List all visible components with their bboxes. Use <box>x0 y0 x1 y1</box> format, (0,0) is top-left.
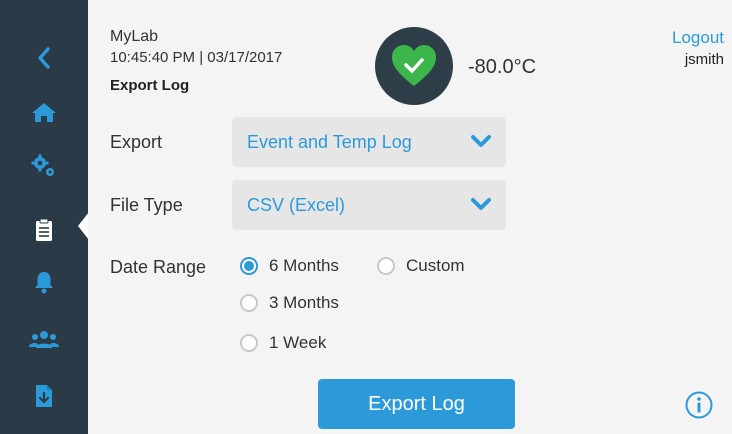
radio-label: 3 Months <box>269 293 339 312</box>
app-window: MyLab 10:45:40 PM | 03/17/2017 Export Lo… <box>0 0 732 434</box>
bell-icon <box>35 272 53 294</box>
home-icon <box>32 103 56 122</box>
file-type-select[interactable]: CSV (Excel) <box>232 180 506 230</box>
page-title: Export Log <box>110 77 190 94</box>
status-indicator <box>375 27 453 105</box>
date-range-label: Date Range <box>110 257 207 277</box>
sidebar <box>0 0 89 434</box>
sidebar-item-settings[interactable] <box>0 142 88 190</box>
radio-label: Custom <box>406 256 465 275</box>
sidebar-item-alarms[interactable] <box>0 258 88 306</box>
logout-link[interactable]: Logout <box>672 28 724 48</box>
radio-1-week[interactable]: 1 Week <box>240 333 326 353</box>
temperature-readout: -80.0°C <box>468 56 537 78</box>
username-label: jsmith <box>684 51 724 68</box>
file-download-icon <box>36 385 52 407</box>
export-select-value: Event and Temp Log <box>247 132 412 152</box>
file-type-label: File Type <box>110 195 183 215</box>
gears-icon <box>31 154 54 176</box>
back-button[interactable] <box>0 34 88 82</box>
radio-custom[interactable]: Custom <box>377 256 465 276</box>
export-select[interactable]: Event and Temp Log <box>232 117 506 167</box>
sidebar-item-logs[interactable] <box>0 206 88 254</box>
main-panel: MyLab 10:45:40 PM | 03/17/2017 Export Lo… <box>88 0 732 434</box>
heart-check-icon <box>392 45 436 86</box>
radio-label: 6 Months <box>269 256 339 275</box>
info-icon[interactable] <box>684 390 714 420</box>
export-log-button[interactable]: Export Log <box>318 379 515 429</box>
users-icon <box>29 331 59 348</box>
datetime-label: 10:45:40 PM | 03/17/2017 <box>110 49 283 66</box>
sidebar-item-home[interactable] <box>0 88 88 136</box>
sidebar-item-file-transfer[interactable] <box>0 372 88 420</box>
export-label: Export <box>110 132 163 152</box>
file-type-select-value: CSV (Excel) <box>247 195 346 215</box>
sidebar-item-users[interactable] <box>0 316 88 364</box>
radio-6-months[interactable]: 6 Months <box>240 256 339 276</box>
back-chevron-icon <box>38 47 50 69</box>
app-name: MyLab <box>110 28 159 45</box>
radio-dot <box>377 257 395 275</box>
radio-dot-checked <box>240 257 258 275</box>
radio-dot <box>240 334 258 352</box>
radio-dot <box>240 294 258 312</box>
chevron-down-icon <box>471 198 491 210</box>
clipboard-icon <box>36 218 52 241</box>
chevron-down-icon <box>471 135 491 147</box>
radio-3-months[interactable]: 3 Months <box>240 293 339 313</box>
radio-label: 1 Week <box>269 333 327 352</box>
